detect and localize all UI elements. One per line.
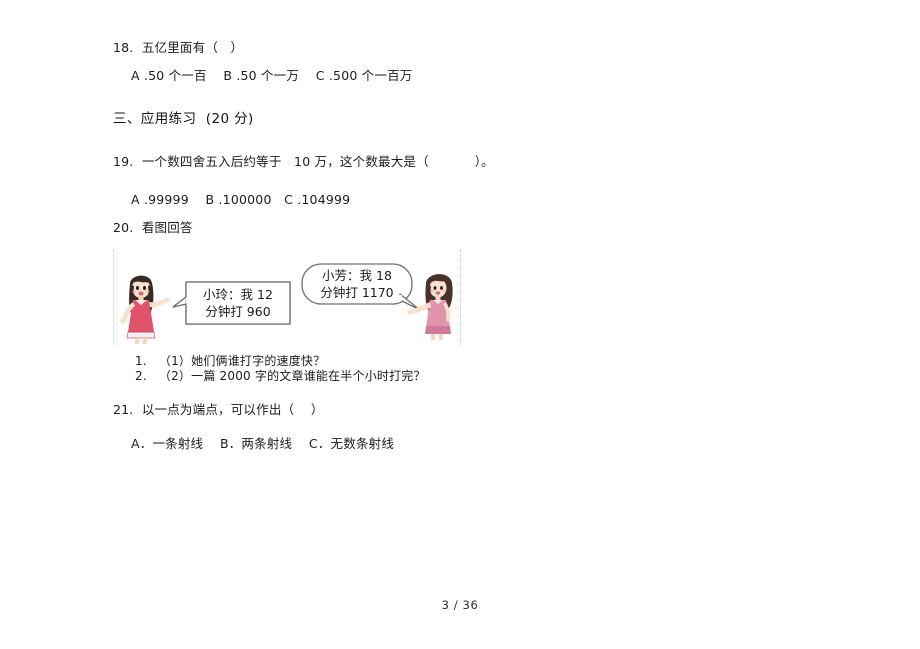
question-20-stem: 20. 看图回答 <box>113 220 193 235</box>
typing-speed-illustration: 小玲：我 12 分钟打 960 小芳：我 18 分钟打 1170 <box>120 263 453 344</box>
question-21-options: A．一条射线 B．两条射线 C．无数条射线 <box>131 436 395 451</box>
question-21-stem: 21. 以一点为端点，可以作出（ ） <box>113 402 324 417</box>
question-20-sub-2: 2. （2）一篇 2000 字的文章谁能在半个小时打完？ <box>135 369 426 383</box>
question-20-sub-1: 1. （1）她们俩谁打字的速度快？ <box>135 354 326 368</box>
left-speech-bubble: 小玲：我 12 分钟打 960 <box>172 281 291 325</box>
left-bubble-line2: 分钟打 960 <box>205 304 270 319</box>
left-girl-figure <box>120 275 170 344</box>
page-number-footer: 3 / 36 <box>441 598 479 612</box>
right-bubble-line1: 小芳：我 18 <box>322 268 392 283</box>
question-20-figure: 小玲：我 12 分钟打 960 小芳：我 18 分钟打 1170 <box>113 250 461 346</box>
section-heading-three: 三、应用练习 (20 分) <box>113 111 254 127</box>
exam-page: 18. 五亿里面有（ ） A .50 个一百 B .50 个一万 C .500 … <box>0 0 920 649</box>
question-18-options: A .50 个一百 B .50 个一万 C .500 个一百万 <box>131 68 413 83</box>
left-bubble-line1: 小玲：我 12 <box>203 287 273 302</box>
question-19-options: A .99999 B .100000 C .104999 <box>131 192 351 207</box>
question-18-stem: 18. 五亿里面有（ ） <box>113 40 244 55</box>
page-content: 18. 五亿里面有（ ） A .50 个一百 B .50 个一万 C .500 … <box>113 40 813 452</box>
question-19-stem: 19. 一个数四舍五入后约等于 10 万，这个数最大是（ ）。 <box>113 154 494 169</box>
right-speech-bubble: 小芳：我 18 分钟打 1170 <box>301 263 421 311</box>
right-bubble-line2: 分钟打 1170 <box>320 285 393 300</box>
